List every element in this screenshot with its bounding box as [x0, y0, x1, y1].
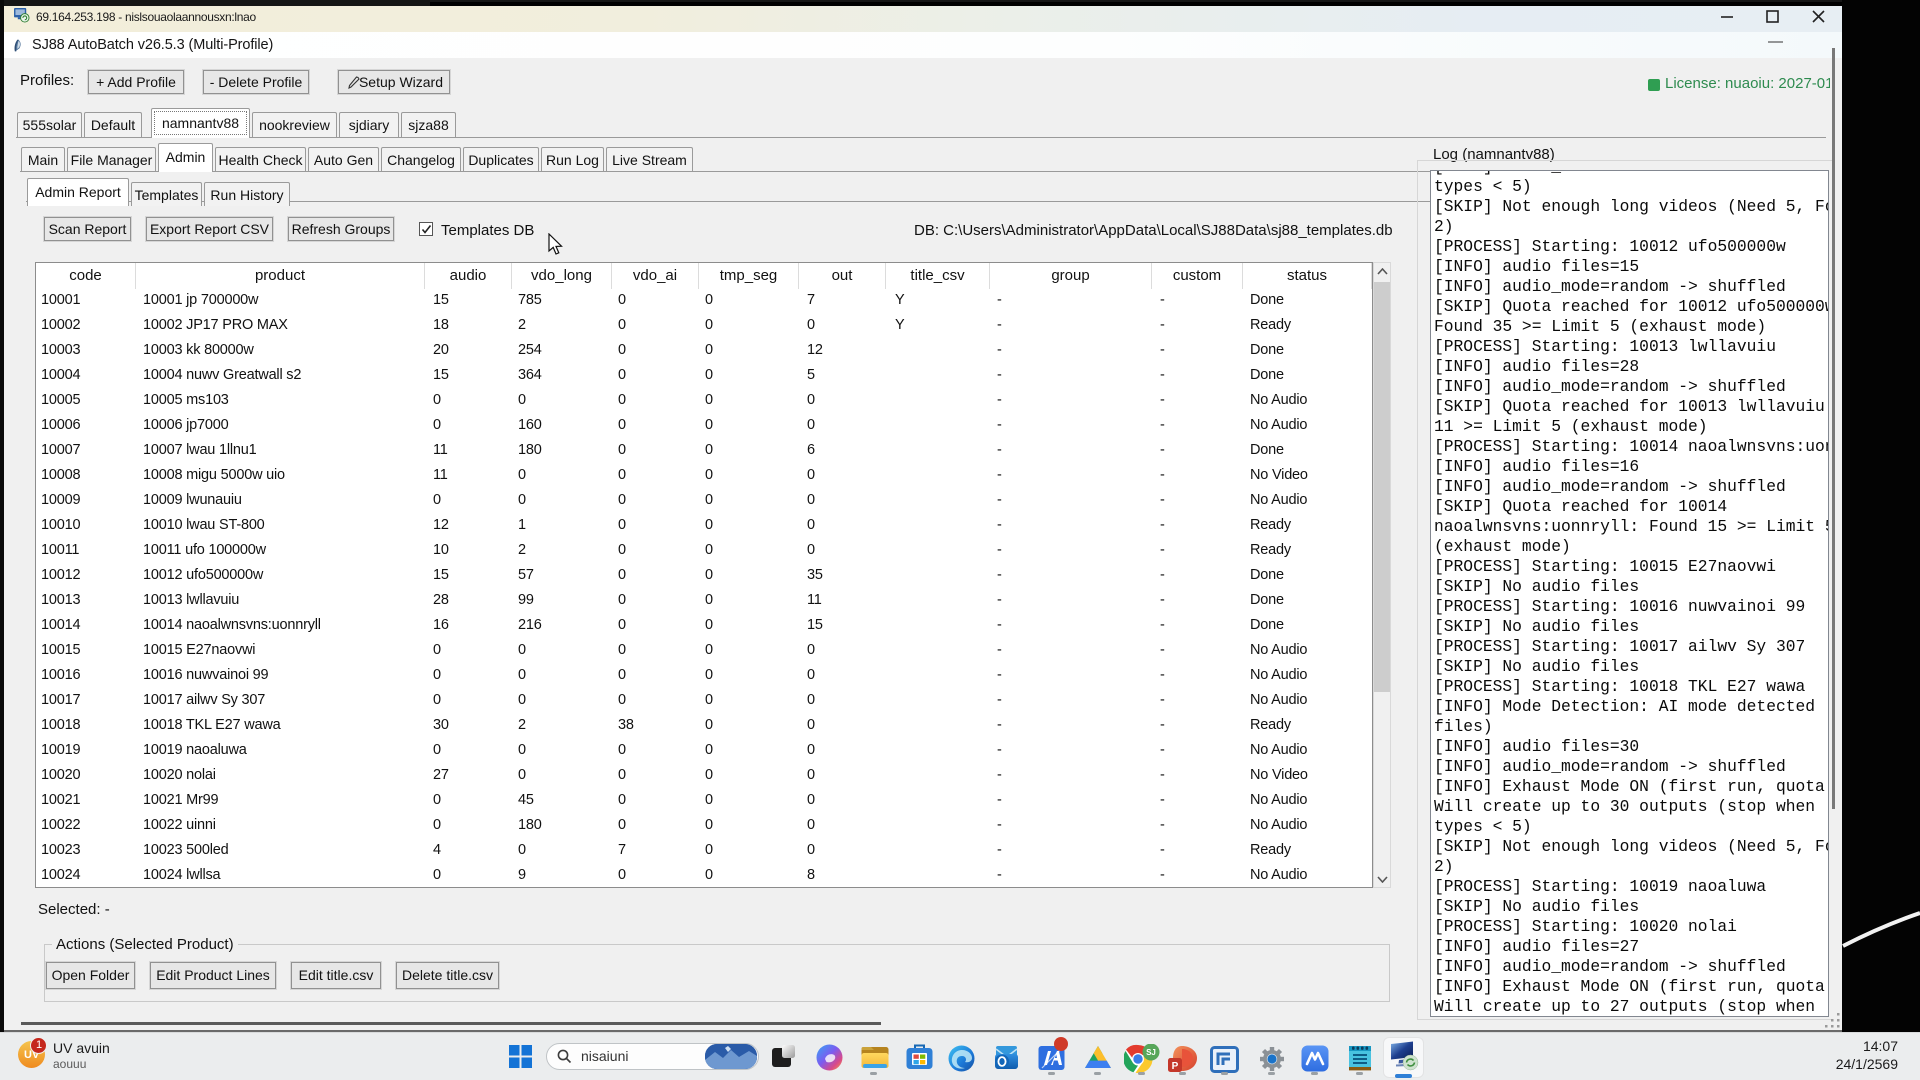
svg-text:P: P — [1172, 1061, 1179, 1072]
svg-text:SJ: SJ — [1146, 1048, 1156, 1057]
